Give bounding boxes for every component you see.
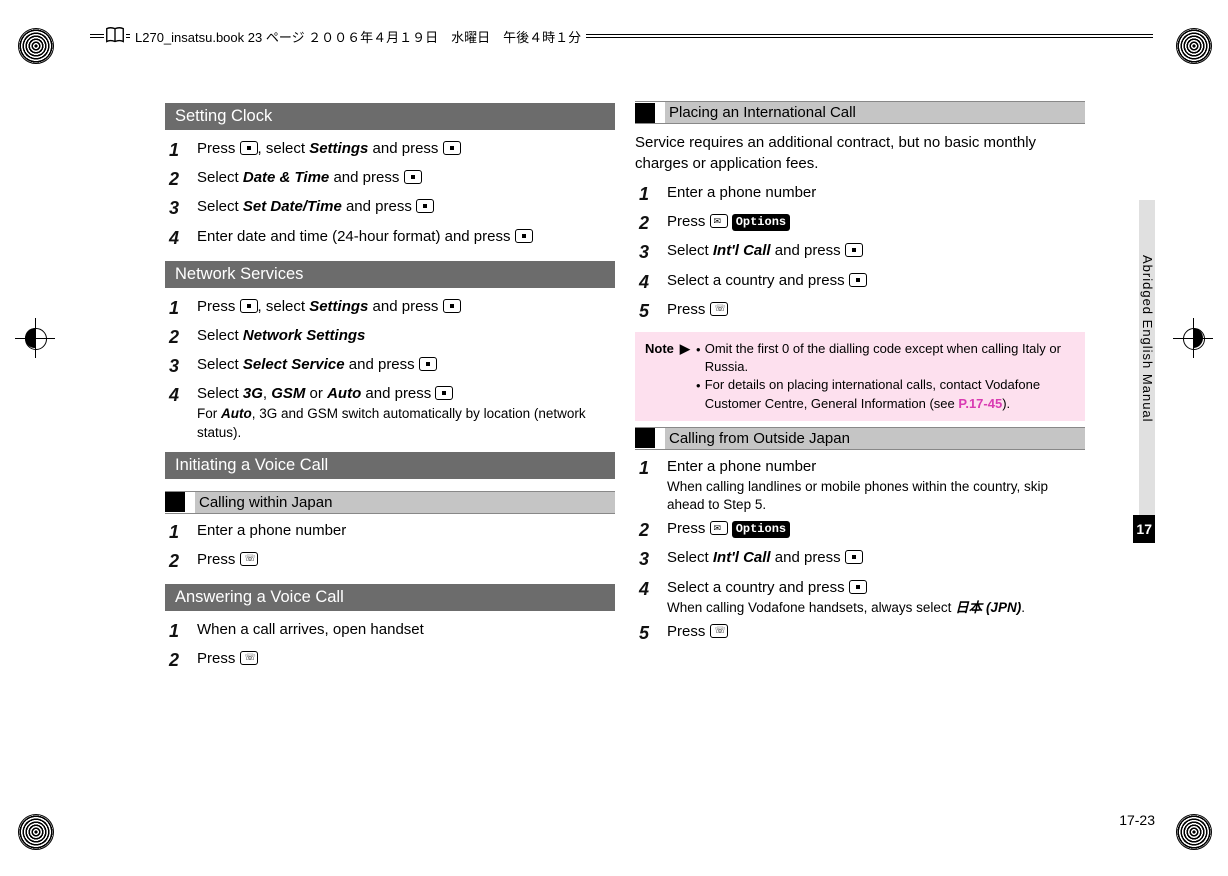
- step-text: Select 3G, GSM or Auto and press For Aut…: [197, 383, 615, 441]
- square-button-icon: [240, 299, 258, 313]
- square-button-icon: [419, 357, 437, 371]
- section-setting-clock: Setting Clock: [165, 103, 615, 130]
- square-button-icon: [849, 580, 867, 594]
- left-column: Setting Clock 1Press , select Settings a…: [165, 95, 615, 795]
- step-text: Select a country and press: [667, 270, 1085, 291]
- step-text: Enter a phone number: [197, 520, 615, 541]
- note-body: Omit the first 0 of the dialling code ex…: [696, 340, 1075, 413]
- message-button-icon: [710, 521, 728, 535]
- note-box: Note ▶ Omit the first 0 of the dialling …: [635, 332, 1085, 421]
- step-text: Press Options: [667, 211, 1085, 232]
- step-num: 2: [165, 648, 197, 673]
- options-badge: Options: [732, 214, 790, 231]
- step-text: Press: [667, 299, 1085, 320]
- square-button-icon: [443, 299, 461, 313]
- print-crop-mark-bl: [15, 811, 55, 851]
- chapter-tab: 17: [1133, 515, 1155, 543]
- section-answering-voice-call: Answering a Voice Call: [165, 584, 615, 611]
- step-num: 3: [165, 196, 197, 221]
- square-button-icon: [845, 243, 863, 257]
- square-button-icon: [443, 141, 461, 155]
- options-badge: Options: [732, 521, 790, 538]
- section-initiating-voice-call: Initiating a Voice Call: [165, 452, 615, 479]
- black-square-icon: [635, 428, 655, 448]
- registration-mark-left: [15, 318, 55, 358]
- step-num: 1: [165, 619, 197, 644]
- square-button-icon: [404, 170, 422, 184]
- page-reference: P.17-45: [958, 396, 1002, 411]
- print-crop-mark-tr: [1173, 25, 1213, 65]
- subsection-placing-intl-call: Placing an International Call: [635, 101, 1085, 124]
- step-num: 3: [635, 240, 667, 265]
- page-number: 17-23: [1119, 812, 1155, 828]
- step-num: 4: [165, 226, 197, 251]
- section-network-services: Network Services: [165, 261, 615, 288]
- step-num: 4: [635, 270, 667, 295]
- step-text: Enter date and time (24-hour format) and…: [197, 226, 615, 247]
- step-text: Select Int'l Call and press: [667, 547, 1085, 568]
- side-tab: Abridged English Manual 17: [1135, 100, 1155, 790]
- step-num: 2: [165, 167, 197, 192]
- step-text: Press Options: [667, 518, 1085, 539]
- step-num: 4: [635, 577, 667, 602]
- step-num: 2: [165, 549, 197, 574]
- step-num: 1: [635, 182, 667, 207]
- call-button-icon: [240, 651, 258, 665]
- book-icon: [104, 25, 126, 47]
- step-num: 2: [635, 518, 667, 543]
- step-text: Enter a phone numberWhen calling landlin…: [667, 456, 1085, 514]
- right-column: Placing an International Call Service re…: [635, 95, 1085, 795]
- registration-mark-right: [1173, 318, 1213, 358]
- step-text: Press: [197, 648, 615, 669]
- step-text: Select Int'l Call and press: [667, 240, 1085, 261]
- square-button-icon: [515, 229, 533, 243]
- note-arrow-icon: ▶: [680, 340, 690, 413]
- step-text: Select Select Service and press: [197, 354, 615, 375]
- step-num: 2: [635, 211, 667, 236]
- step-num: 3: [165, 354, 197, 379]
- message-button-icon: [710, 214, 728, 228]
- page-content: Setting Clock 1Press , select Settings a…: [165, 95, 1085, 795]
- step-text: When a call arrives, open handset: [197, 619, 615, 640]
- square-button-icon: [845, 550, 863, 564]
- call-button-icon: [240, 552, 258, 566]
- step-num: 4: [165, 383, 197, 408]
- step-text: Select Date & Time and press: [197, 167, 615, 188]
- subsection-calling-within-japan: Calling within Japan: [165, 491, 615, 514]
- step-num: 1: [165, 520, 197, 545]
- step-num: 1: [635, 456, 667, 481]
- square-button-icon: [416, 199, 434, 213]
- side-section-label: Abridged English Manual: [1140, 255, 1155, 423]
- note-label: Note: [645, 340, 674, 413]
- step-num: 1: [165, 296, 197, 321]
- print-crop-mark-tl: [15, 25, 55, 65]
- square-button-icon: [435, 386, 453, 400]
- step-num: 5: [635, 621, 667, 646]
- call-button-icon: [710, 624, 728, 638]
- step-text: Press: [667, 621, 1085, 642]
- black-square-icon: [635, 103, 655, 123]
- step-text: Select Set Date/Time and press: [197, 196, 615, 217]
- square-button-icon: [849, 273, 867, 287]
- step-num: 5: [635, 299, 667, 324]
- step-text: Press , select Settings and press: [197, 138, 615, 159]
- header-filename: L270_insatsu.book 23 ページ ２００６年４月１９日 水曜日 …: [130, 27, 586, 46]
- print-crop-mark-br: [1173, 811, 1213, 851]
- step-num: 1: [165, 138, 197, 163]
- step-text: Enter a phone number: [667, 182, 1085, 203]
- step-num: 2: [165, 325, 197, 350]
- intro-text: Service requires an additional contract,…: [635, 132, 1085, 174]
- subsection-calling-outside-japan: Calling from Outside Japan: [635, 427, 1085, 450]
- step-text: Select a country and press When calling …: [667, 577, 1085, 617]
- step-num: 3: [635, 547, 667, 572]
- square-button-icon: [240, 141, 258, 155]
- step-text: Press: [197, 549, 615, 570]
- black-square-icon: [165, 492, 185, 512]
- step-text: Select Network Settings: [197, 325, 615, 346]
- step-text: Press , select Settings and press: [197, 296, 615, 317]
- call-button-icon: [710, 302, 728, 316]
